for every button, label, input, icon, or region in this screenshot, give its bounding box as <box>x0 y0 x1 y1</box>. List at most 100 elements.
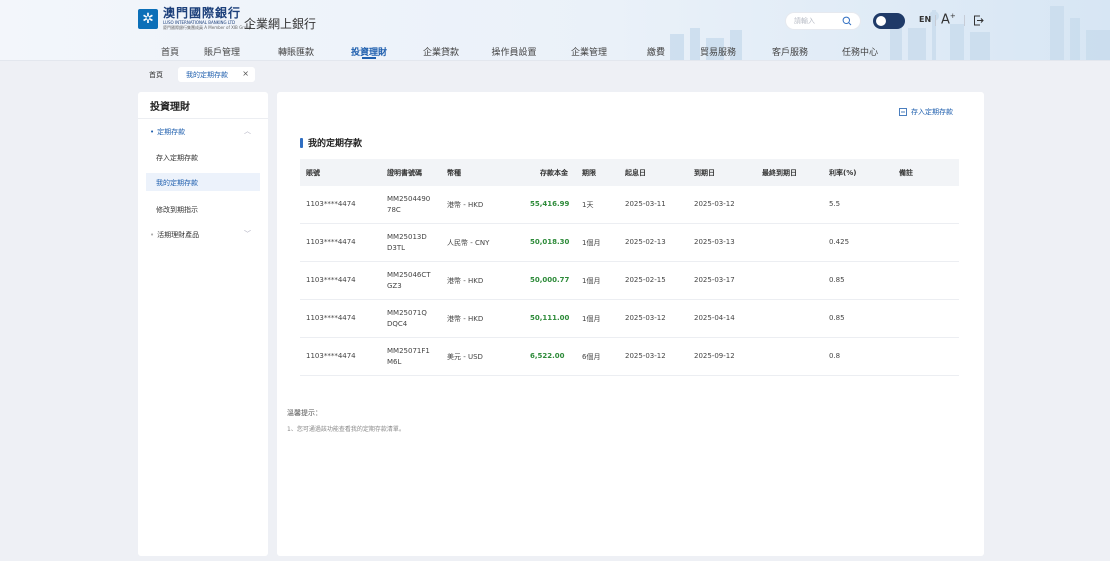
cell-rate: 0.85 <box>829 314 845 322</box>
cell-end-date: 2025-03-17 <box>694 276 735 284</box>
column-header-cert: 證明書號碼 <box>387 169 422 177</box>
column-header-currency: 幣種 <box>447 169 461 177</box>
column-header-amount: 存款本金 <box>540 169 568 177</box>
chevron-up-icon[interactable]: ︿ <box>244 126 251 136</box>
section-title: 我的定期存款 <box>300 136 362 149</box>
sidebar-item-modify-maturity[interactable]: 修改到期指示 <box>156 205 198 215</box>
cell-start-date: 2025-03-12 <box>625 352 666 360</box>
column-header-term: 期限 <box>582 169 596 177</box>
cell-start-date: 2025-02-13 <box>625 238 666 246</box>
column-header-remark: 備註 <box>899 169 913 177</box>
cell-amount: 50,111.00 <box>530 314 570 322</box>
cell-currency: 港幣 - HKD <box>447 201 484 209</box>
nav-active-indicator <box>362 57 376 59</box>
font-size-icon[interactable]: A+ <box>941 12 956 27</box>
cell-end-date: 2025-04-14 <box>694 314 735 322</box>
tips-title: 溫馨提示： <box>287 409 322 417</box>
nav-trade-services[interactable]: 貿易服務 <box>700 45 736 58</box>
cell-rate: 0.8 <box>829 352 841 360</box>
nav-corporate-loan[interactable]: 企業貸款 <box>423 45 459 58</box>
bullet-icon: • <box>150 128 155 136</box>
cell-term: 1個月 <box>582 277 601 285</box>
header-divider <box>935 15 936 26</box>
sidebar-group-label: 活期理財產品 <box>157 231 200 239</box>
search-icon[interactable] <box>842 16 852 26</box>
table-row[interactable]: 1103****4474 MM25071QDQC4 港幣 - HKD 50,11… <box>300 300 959 338</box>
bank-name-cn: 澳門國際銀行 <box>163 6 242 20</box>
sidebar-item-my-deposit[interactable]: 我的定期存款 <box>156 178 198 188</box>
table-header: 賬號 證明書號碼 幣種 存款本金 期限 起息日 到期日 最終到期日 利率(%) … <box>300 159 959 186</box>
nav-home[interactable]: 首頁 <box>161 45 179 58</box>
nav-account-management[interactable]: 賬戶管理 <box>204 45 240 58</box>
nav-task-center[interactable]: 任務中心 <box>842 45 878 58</box>
cell-rate: 0.425 <box>829 238 850 246</box>
bank-logo[interactable]: ✲ 澳門國際銀行 LUSO INTERNATIONAL BANKING LTD … <box>138 7 251 30</box>
cell-term: 1個月 <box>582 315 601 323</box>
sidebar: 投資理財 • 定期存款 ︿ 存入定期存款 我的定期存款 修改到期指示 • 活期理財產… <box>138 92 268 556</box>
cell-account: 1103****4474 <box>306 238 356 246</box>
cell-rate: 5.5 <box>829 200 841 208</box>
cell-cert: MM25013DD3TL <box>387 233 427 252</box>
cell-account: 1103****4474 <box>306 200 356 208</box>
deposit-table: 賬號 證明書號碼 幣種 存款本金 期限 起息日 到期日 最終到期日 利率(%) … <box>300 159 959 376</box>
cell-start-date: 2025-02-15 <box>625 276 666 284</box>
nav-enterprise-management[interactable]: 企業管理 <box>571 45 607 58</box>
search-box[interactable] <box>786 13 860 29</box>
search-input[interactable] <box>794 14 834 28</box>
system-title: 企業網上銀行 <box>244 17 317 31</box>
column-header-account: 賬號 <box>306 169 320 177</box>
cell-currency: 美元 - USD <box>447 353 483 361</box>
cell-cert: MM25046CTGZ3 <box>387 271 431 290</box>
section-title-marker <box>300 137 303 148</box>
tab-my-fixed-deposit[interactable]: 我的定期存款 × <box>178 67 255 82</box>
table-row[interactable]: 1103****4474 MM25071F1M6L 美元 - USD 6,522… <box>300 338 959 376</box>
bullet-icon: • <box>150 231 155 239</box>
cell-account: 1103****4474 <box>306 276 356 284</box>
table-row[interactable]: 1103****4474 MM25046CTGZ3 港幣 - HKD 50,00… <box>300 262 959 300</box>
main-nav: 首頁 賬戶管理 轉賬匯款 投資理財 企業貸款 操作員設置 企業管理 繳費 貿易服… <box>0 38 1110 60</box>
language-switch[interactable]: EN <box>919 15 931 24</box>
deposit-fixed-link[interactable]: 存入定期存款 <box>899 107 953 117</box>
cell-currency: 港幣 - HKD <box>447 277 484 285</box>
cell-start-date: 2025-03-11 <box>625 200 666 208</box>
table-row[interactable]: 1103****4474 MM25013DD3TL 人民幣 - CNY 50,0… <box>300 224 959 262</box>
cell-start-date: 2025-03-12 <box>625 314 666 322</box>
table-row[interactable]: 1103****4474 MM250449078C 港幣 - HKD 55,41… <box>300 186 959 224</box>
tips-item: 1、您可通過該功能查看我的定期存款清單。 <box>287 426 405 433</box>
cell-amount: 50,000.77 <box>530 276 570 284</box>
cell-end-date: 2025-09-12 <box>694 352 735 360</box>
cell-amount: 50,018.30 <box>530 238 570 246</box>
cell-account: 1103****4474 <box>306 314 356 322</box>
cell-cert: MM25071QDQC4 <box>387 309 427 328</box>
deposit-icon <box>899 108 907 116</box>
column-header-end-date: 到期日 <box>694 169 715 177</box>
header-divider <box>964 15 965 26</box>
cell-currency: 人民幣 - CNY <box>447 239 490 247</box>
sidebar-item-deposit[interactable]: 存入定期存款 <box>156 153 198 163</box>
cell-account: 1103****4474 <box>306 352 356 360</box>
column-header-rate: 利率(%) <box>829 169 857 177</box>
top-header: ✲ 澳門國際銀行 LUSO INTERNATIONAL BANKING LTD … <box>0 0 1110 61</box>
sidebar-group-fixed-deposit[interactable]: • 定期存款 <box>150 127 185 137</box>
nav-transfer[interactable]: 轉賬匯款 <box>278 45 314 58</box>
nav-operator-settings[interactable]: 操作員設置 <box>491 45 536 58</box>
sidebar-group-demand-products[interactable]: • 活期理財產品 <box>150 230 199 240</box>
close-icon[interactable]: × <box>242 69 249 78</box>
cell-term: 1天 <box>582 201 594 209</box>
nav-payment[interactable]: 繳費 <box>647 45 665 58</box>
cell-end-date: 2025-03-12 <box>694 200 735 208</box>
cell-currency: 港幣 - HKD <box>447 315 484 323</box>
cell-cert: MM25071F1M6L <box>387 347 430 366</box>
tab-home[interactable]: 首頁 <box>149 70 163 80</box>
cell-term: 1個月 <box>582 239 601 247</box>
column-header-final-date: 最終到期日 <box>762 169 797 177</box>
bank-logo-icon: ✲ <box>138 8 158 29</box>
sidebar-group-label: 定期存款 <box>157 128 186 136</box>
nav-customer-service[interactable]: 客戶服務 <box>772 45 808 58</box>
bank-sub-name: 廈門國際銀行集團成員 A Member of XIB Group <box>163 25 252 30</box>
theme-toggle[interactable] <box>873 13 905 29</box>
logout-icon[interactable] <box>973 15 984 26</box>
chevron-down-icon[interactable]: ﹀ <box>244 229 251 239</box>
cell-end-date: 2025-03-13 <box>694 238 735 246</box>
page-tab-bar: 首頁 我的定期存款 × <box>0 66 1110 84</box>
